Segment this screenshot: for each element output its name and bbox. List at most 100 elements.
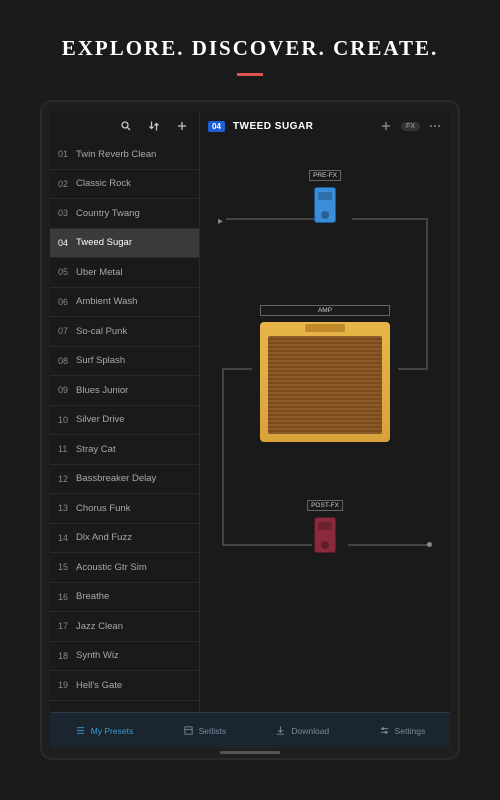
chain-wire bbox=[222, 544, 312, 546]
chain-wire bbox=[398, 368, 428, 370]
preset-item[interactable]: 17Jazz Clean bbox=[50, 612, 199, 642]
preset-item[interactable]: 15Acoustic Gtr Sim bbox=[50, 553, 199, 583]
preset-number: 16 bbox=[58, 592, 76, 602]
preset-name: Hell's Gate bbox=[76, 680, 122, 691]
preset-item[interactable]: 09Blues Junior bbox=[50, 376, 199, 406]
preset-name: Tweed Sugar bbox=[76, 237, 132, 248]
preset-item[interactable]: 05Uber Metal bbox=[50, 258, 199, 288]
preset-name: Twin Reverb Clean bbox=[76, 149, 156, 160]
preset-item[interactable]: 03Country Twang bbox=[50, 199, 199, 229]
preset-number: 09 bbox=[58, 385, 76, 395]
preset-title: TWEED SUGAR bbox=[233, 121, 371, 132]
preset-number: 10 bbox=[58, 415, 76, 425]
setlist-icon bbox=[183, 725, 194, 736]
preset-name: Ambient Wash bbox=[76, 296, 137, 307]
preset-name: Synth Wiz bbox=[76, 650, 119, 661]
prefx-label: PRE-FX bbox=[309, 170, 341, 181]
sort-icon[interactable] bbox=[147, 119, 161, 133]
amp-cabinet[interactable] bbox=[260, 322, 390, 442]
fx-badge[interactable]: FX bbox=[401, 122, 420, 131]
home-indicator bbox=[220, 751, 280, 754]
preset-name: Bassbreaker Delay bbox=[76, 473, 156, 484]
prefx-pedal[interactable] bbox=[314, 187, 336, 223]
main-panel: 04 TWEED SUGAR FX ▸ bbox=[200, 112, 450, 712]
preset-number: 02 bbox=[58, 179, 76, 189]
nav-label: Settings bbox=[395, 726, 426, 736]
search-icon[interactable] bbox=[119, 119, 133, 133]
preset-item[interactable]: 08Surf Splash bbox=[50, 347, 199, 377]
preset-number: 08 bbox=[58, 356, 76, 366]
signal-chain: ▸ PRE-FX AMP bbox=[200, 140, 450, 712]
preset-item[interactable]: 01Twin Reverb Clean bbox=[50, 140, 199, 170]
preset-name: Acoustic Gtr Sim bbox=[76, 562, 147, 573]
preset-number: 17 bbox=[58, 621, 76, 631]
preset-name: Blues Junior bbox=[76, 385, 128, 396]
main-header: 04 TWEED SUGAR FX bbox=[200, 112, 450, 140]
preset-item[interactable]: 07So-cal Punk bbox=[50, 317, 199, 347]
page-title: EXPLORE. DISCOVER. CREATE. bbox=[0, 0, 500, 73]
preset-name: Surf Splash bbox=[76, 355, 125, 366]
preset-number: 07 bbox=[58, 326, 76, 336]
preset-item[interactable]: 19Hell's Gate bbox=[50, 671, 199, 701]
preset-number: 13 bbox=[58, 503, 76, 513]
preset-item[interactable]: 04Tweed Sugar bbox=[50, 229, 199, 259]
chain-wire bbox=[222, 368, 252, 370]
preset-item[interactable]: 18Synth Wiz bbox=[50, 642, 199, 672]
preset-name: Classic Rock bbox=[76, 178, 131, 189]
preset-name: Uber Metal bbox=[76, 267, 122, 278]
preset-item[interactable]: 06Ambient Wash bbox=[50, 288, 199, 318]
chain-wire bbox=[226, 218, 314, 220]
preset-item[interactable]: 13Chorus Funk bbox=[50, 494, 199, 524]
postfx-label: POST-FX bbox=[307, 500, 343, 511]
preset-name: Country Twang bbox=[76, 208, 140, 219]
nav-setlists[interactable]: Setlists bbox=[183, 725, 226, 736]
preset-item[interactable]: 11Stray Cat bbox=[50, 435, 199, 465]
preset-number: 03 bbox=[58, 208, 76, 218]
sliders-icon bbox=[379, 725, 390, 736]
input-arrow-icon: ▸ bbox=[218, 216, 223, 227]
list-icon bbox=[75, 725, 86, 736]
download-icon bbox=[275, 725, 286, 736]
more-icon[interactable] bbox=[428, 119, 442, 133]
add-block-icon[interactable] bbox=[379, 119, 393, 133]
sidebar-toolbar bbox=[50, 112, 199, 140]
preset-name: Dlx And Fuzz bbox=[76, 532, 132, 543]
preset-number: 15 bbox=[58, 562, 76, 572]
preset-number: 14 bbox=[58, 533, 76, 543]
chain-wire bbox=[352, 218, 428, 220]
amp-label: AMP bbox=[260, 305, 390, 316]
postfx-slot[interactable]: POST-FX bbox=[307, 500, 343, 553]
nav-settings[interactable]: Settings bbox=[379, 725, 426, 736]
prefx-slot[interactable]: PRE-FX bbox=[309, 170, 341, 223]
nav-label: Download bbox=[291, 726, 329, 736]
preset-name: Chorus Funk bbox=[76, 503, 130, 514]
preset-number: 12 bbox=[58, 474, 76, 484]
preset-item[interactable]: 10Silver Drive bbox=[50, 406, 199, 436]
preset-item[interactable]: 12Bassbreaker Delay bbox=[50, 465, 199, 495]
preset-list: 01Twin Reverb Clean02Classic Rock03Count… bbox=[50, 140, 199, 712]
add-icon[interactable] bbox=[175, 119, 189, 133]
preset-item[interactable]: 02Classic Rock bbox=[50, 170, 199, 200]
preset-number: 05 bbox=[58, 267, 76, 277]
output-node-icon bbox=[427, 542, 432, 547]
amp-grille bbox=[268, 336, 382, 434]
preset-number-badge: 04 bbox=[208, 121, 225, 132]
preset-item[interactable]: 16Breathe bbox=[50, 583, 199, 613]
app-screen: 01Twin Reverb Clean02Classic Rock03Count… bbox=[50, 112, 450, 748]
preset-item[interactable]: 14Dlx And Fuzz bbox=[50, 524, 199, 554]
tablet-frame: 01Twin Reverb Clean02Classic Rock03Count… bbox=[40, 100, 460, 760]
nav-download[interactable]: Download bbox=[275, 725, 329, 736]
nav-my-presets[interactable]: My Presets bbox=[75, 725, 134, 736]
preset-name: Stray Cat bbox=[76, 444, 116, 455]
preset-number: 18 bbox=[58, 651, 76, 661]
preset-number: 01 bbox=[58, 149, 76, 159]
chain-wire bbox=[222, 368, 224, 544]
chain-wire bbox=[348, 544, 428, 546]
preset-number: 06 bbox=[58, 297, 76, 307]
sidebar: 01Twin Reverb Clean02Classic Rock03Count… bbox=[50, 112, 200, 712]
amp-slot[interactable]: AMP bbox=[260, 305, 390, 442]
preset-name: Jazz Clean bbox=[76, 621, 123, 632]
preset-name: Breathe bbox=[76, 591, 109, 602]
postfx-pedal[interactable] bbox=[314, 517, 336, 553]
chain-wire bbox=[426, 218, 428, 368]
